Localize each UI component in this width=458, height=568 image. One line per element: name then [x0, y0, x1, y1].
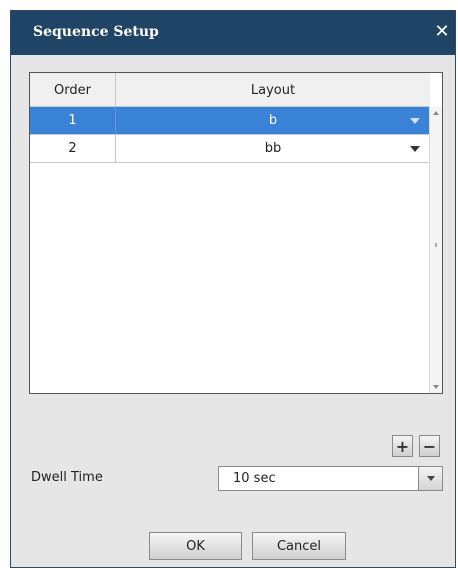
- close-icon[interactable]: ✕: [433, 23, 451, 41]
- order-cell: 1: [30, 107, 116, 134]
- column-header-order[interactable]: Order: [30, 73, 116, 107]
- sequence-setup-dialog: Sequence Setup ✕ Order Layout 1 b 2 bb +…: [10, 10, 456, 568]
- title-bar: Sequence Setup ✕: [11, 11, 455, 55]
- order-cell: 2: [30, 135, 116, 162]
- dropdown-button[interactable]: [418, 467, 442, 490]
- remove-row-button[interactable]: −: [419, 435, 440, 457]
- chevron-down-icon[interactable]: [410, 146, 420, 152]
- column-header-layout[interactable]: Layout: [116, 73, 430, 107]
- chevron-down-icon[interactable]: [410, 118, 420, 124]
- cancel-button[interactable]: Cancel: [252, 532, 346, 560]
- layout-value: bb: [264, 141, 282, 156]
- dwell-time-label: Dwell Time: [31, 470, 103, 485]
- scroll-thumb[interactable]: [435, 243, 437, 247]
- grid-header: Order Layout: [30, 73, 430, 107]
- chevron-down-icon: [427, 476, 435, 481]
- layout-cell[interactable]: bb: [116, 135, 430, 162]
- add-row-button[interactable]: +: [392, 435, 413, 457]
- sequence-grid: Order Layout 1 b 2 bb: [29, 72, 443, 394]
- ok-button[interactable]: OK: [149, 532, 242, 560]
- scroll-down-icon[interactable]: [433, 385, 439, 389]
- vertical-scrollbar[interactable]: [429, 107, 442, 393]
- table-row[interactable]: 1 b: [30, 107, 430, 135]
- dwell-time-value: 10 sec: [233, 471, 276, 486]
- layout-value: b: [268, 113, 278, 128]
- grid-rows: 1 b 2 bb: [30, 107, 430, 163]
- dwell-time-select[interactable]: 10 sec: [218, 466, 443, 491]
- dialog-title: Sequence Setup: [33, 24, 159, 40]
- layout-cell[interactable]: b: [116, 107, 430, 134]
- table-row[interactable]: 2 bb: [30, 135, 430, 163]
- scroll-up-icon[interactable]: [433, 111, 439, 115]
